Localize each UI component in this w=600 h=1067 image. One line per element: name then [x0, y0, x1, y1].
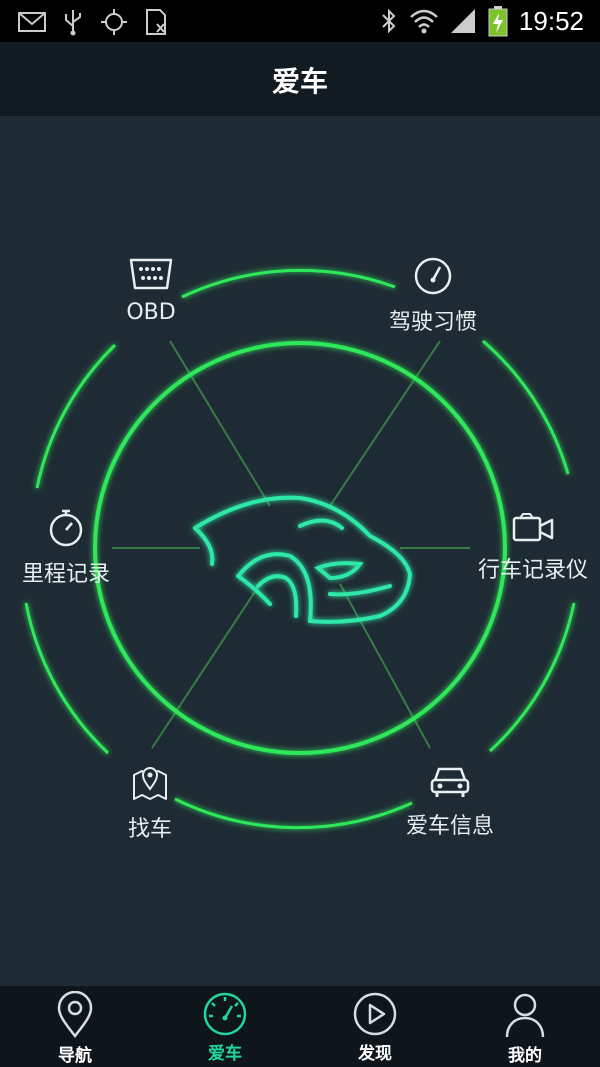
dial-spokes	[112, 340, 470, 749]
status-bar: 19:52	[0, 0, 600, 42]
mail-icon	[18, 12, 46, 32]
feature-car-info[interactable]: 爱车信息	[394, 764, 506, 840]
location-pin-icon	[57, 991, 93, 1039]
wifi-icon	[410, 9, 438, 34]
title-bar: 爱车	[0, 42, 600, 117]
feature-find-car-label: 找车	[127, 817, 172, 842]
feature-driving-habits[interactable]: 驾驶习惯	[377, 256, 489, 336]
person-icon	[505, 993, 545, 1038]
main-content: OBD 驾驶习惯 里程记录 行车记录仪 找车 爱车信息	[0, 116, 600, 986]
feature-find-car[interactable]: 找车	[110, 761, 190, 843]
car-front-icon	[430, 767, 470, 797]
nav-profile-label: 我的	[508, 1046, 542, 1066]
nav-navigation-label: 导航	[58, 1046, 92, 1066]
video-camera-icon	[512, 513, 554, 542]
speedometer-icon	[203, 992, 247, 1036]
map-pin-icon	[133, 767, 167, 800]
battery-charging-icon	[488, 6, 508, 37]
bottom-nav: 导航 爱车 发现 我的	[0, 986, 600, 1067]
obd-connector-icon	[129, 258, 173, 290]
feature-obd-label: OBD	[126, 300, 176, 325]
nav-discover[interactable]: 发现	[300, 986, 450, 1067]
car-outline	[193, 495, 413, 624]
nav-my-car-label: 爱车	[208, 1044, 242, 1064]
feature-mileage[interactable]: 里程记录	[15, 508, 117, 588]
feature-driving-habits-label: 驾驶习惯	[388, 310, 477, 335]
feature-obd[interactable]: OBD	[100, 256, 202, 325]
page-title: 爱车	[271, 65, 328, 98]
gps-icon	[101, 9, 127, 35]
gauge-icon	[414, 257, 452, 295]
status-time: 19:52	[518, 5, 584, 36]
play-circle-icon	[353, 992, 397, 1036]
nav-navigation[interactable]: 导航	[0, 986, 150, 1067]
sim-icon	[146, 9, 166, 35]
nav-profile[interactable]: 我的	[450, 986, 600, 1067]
bluetooth-icon	[382, 8, 396, 34]
nav-discover-label: 发现	[358, 1044, 392, 1064]
stopwatch-icon	[49, 509, 83, 547]
feature-car-info-label: 爱车信息	[405, 814, 494, 839]
signal-icon	[450, 9, 475, 33]
feature-mileage-label: 里程记录	[21, 562, 110, 587]
nav-my-car[interactable]: 爱车	[150, 986, 300, 1067]
feature-dashcam[interactable]: 行车记录仪	[478, 512, 588, 584]
usb-icon	[65, 10, 81, 36]
feature-dashcam-label: 行车记录仪	[478, 558, 589, 583]
